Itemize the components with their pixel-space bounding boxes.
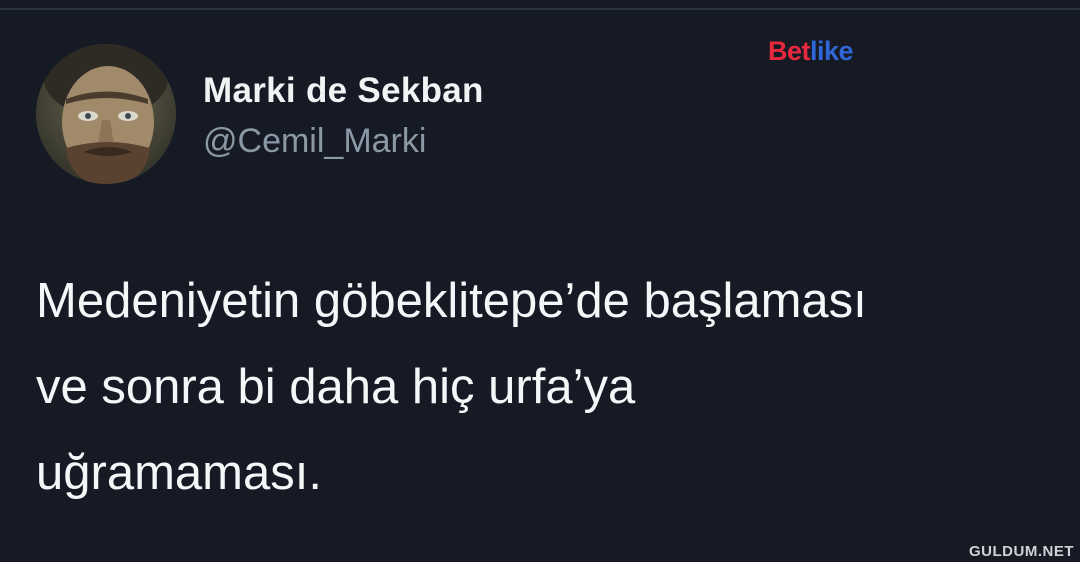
brand-logo-part2: like bbox=[810, 36, 854, 66]
tweet-text: Medeniyetin göbeklitepe’de başlaması ve … bbox=[36, 258, 1066, 516]
tweet-line: uğramaması. bbox=[36, 446, 322, 500]
avatar-photo-icon bbox=[36, 44, 176, 184]
brand-logo-part1: Bet bbox=[768, 36, 811, 66]
author-handle[interactable]: @Cemil_Marki bbox=[203, 122, 426, 161]
divider bbox=[0, 8, 1080, 10]
brand-logo: Betlike bbox=[768, 36, 854, 67]
avatar[interactable] bbox=[36, 44, 176, 184]
tweet-line: ve sonra bi daha hiç urfa’ya bbox=[36, 360, 636, 414]
watermark: GULDUM.NET bbox=[969, 543, 1074, 560]
tweet-line: Medeniyetin göbeklitepe’de başlaması bbox=[36, 274, 867, 328]
tweet-screenshot: Marki de Sekban @Cemil_Marki Betlike Med… bbox=[0, 0, 1080, 562]
author-name[interactable]: Marki de Sekban bbox=[203, 71, 484, 111]
